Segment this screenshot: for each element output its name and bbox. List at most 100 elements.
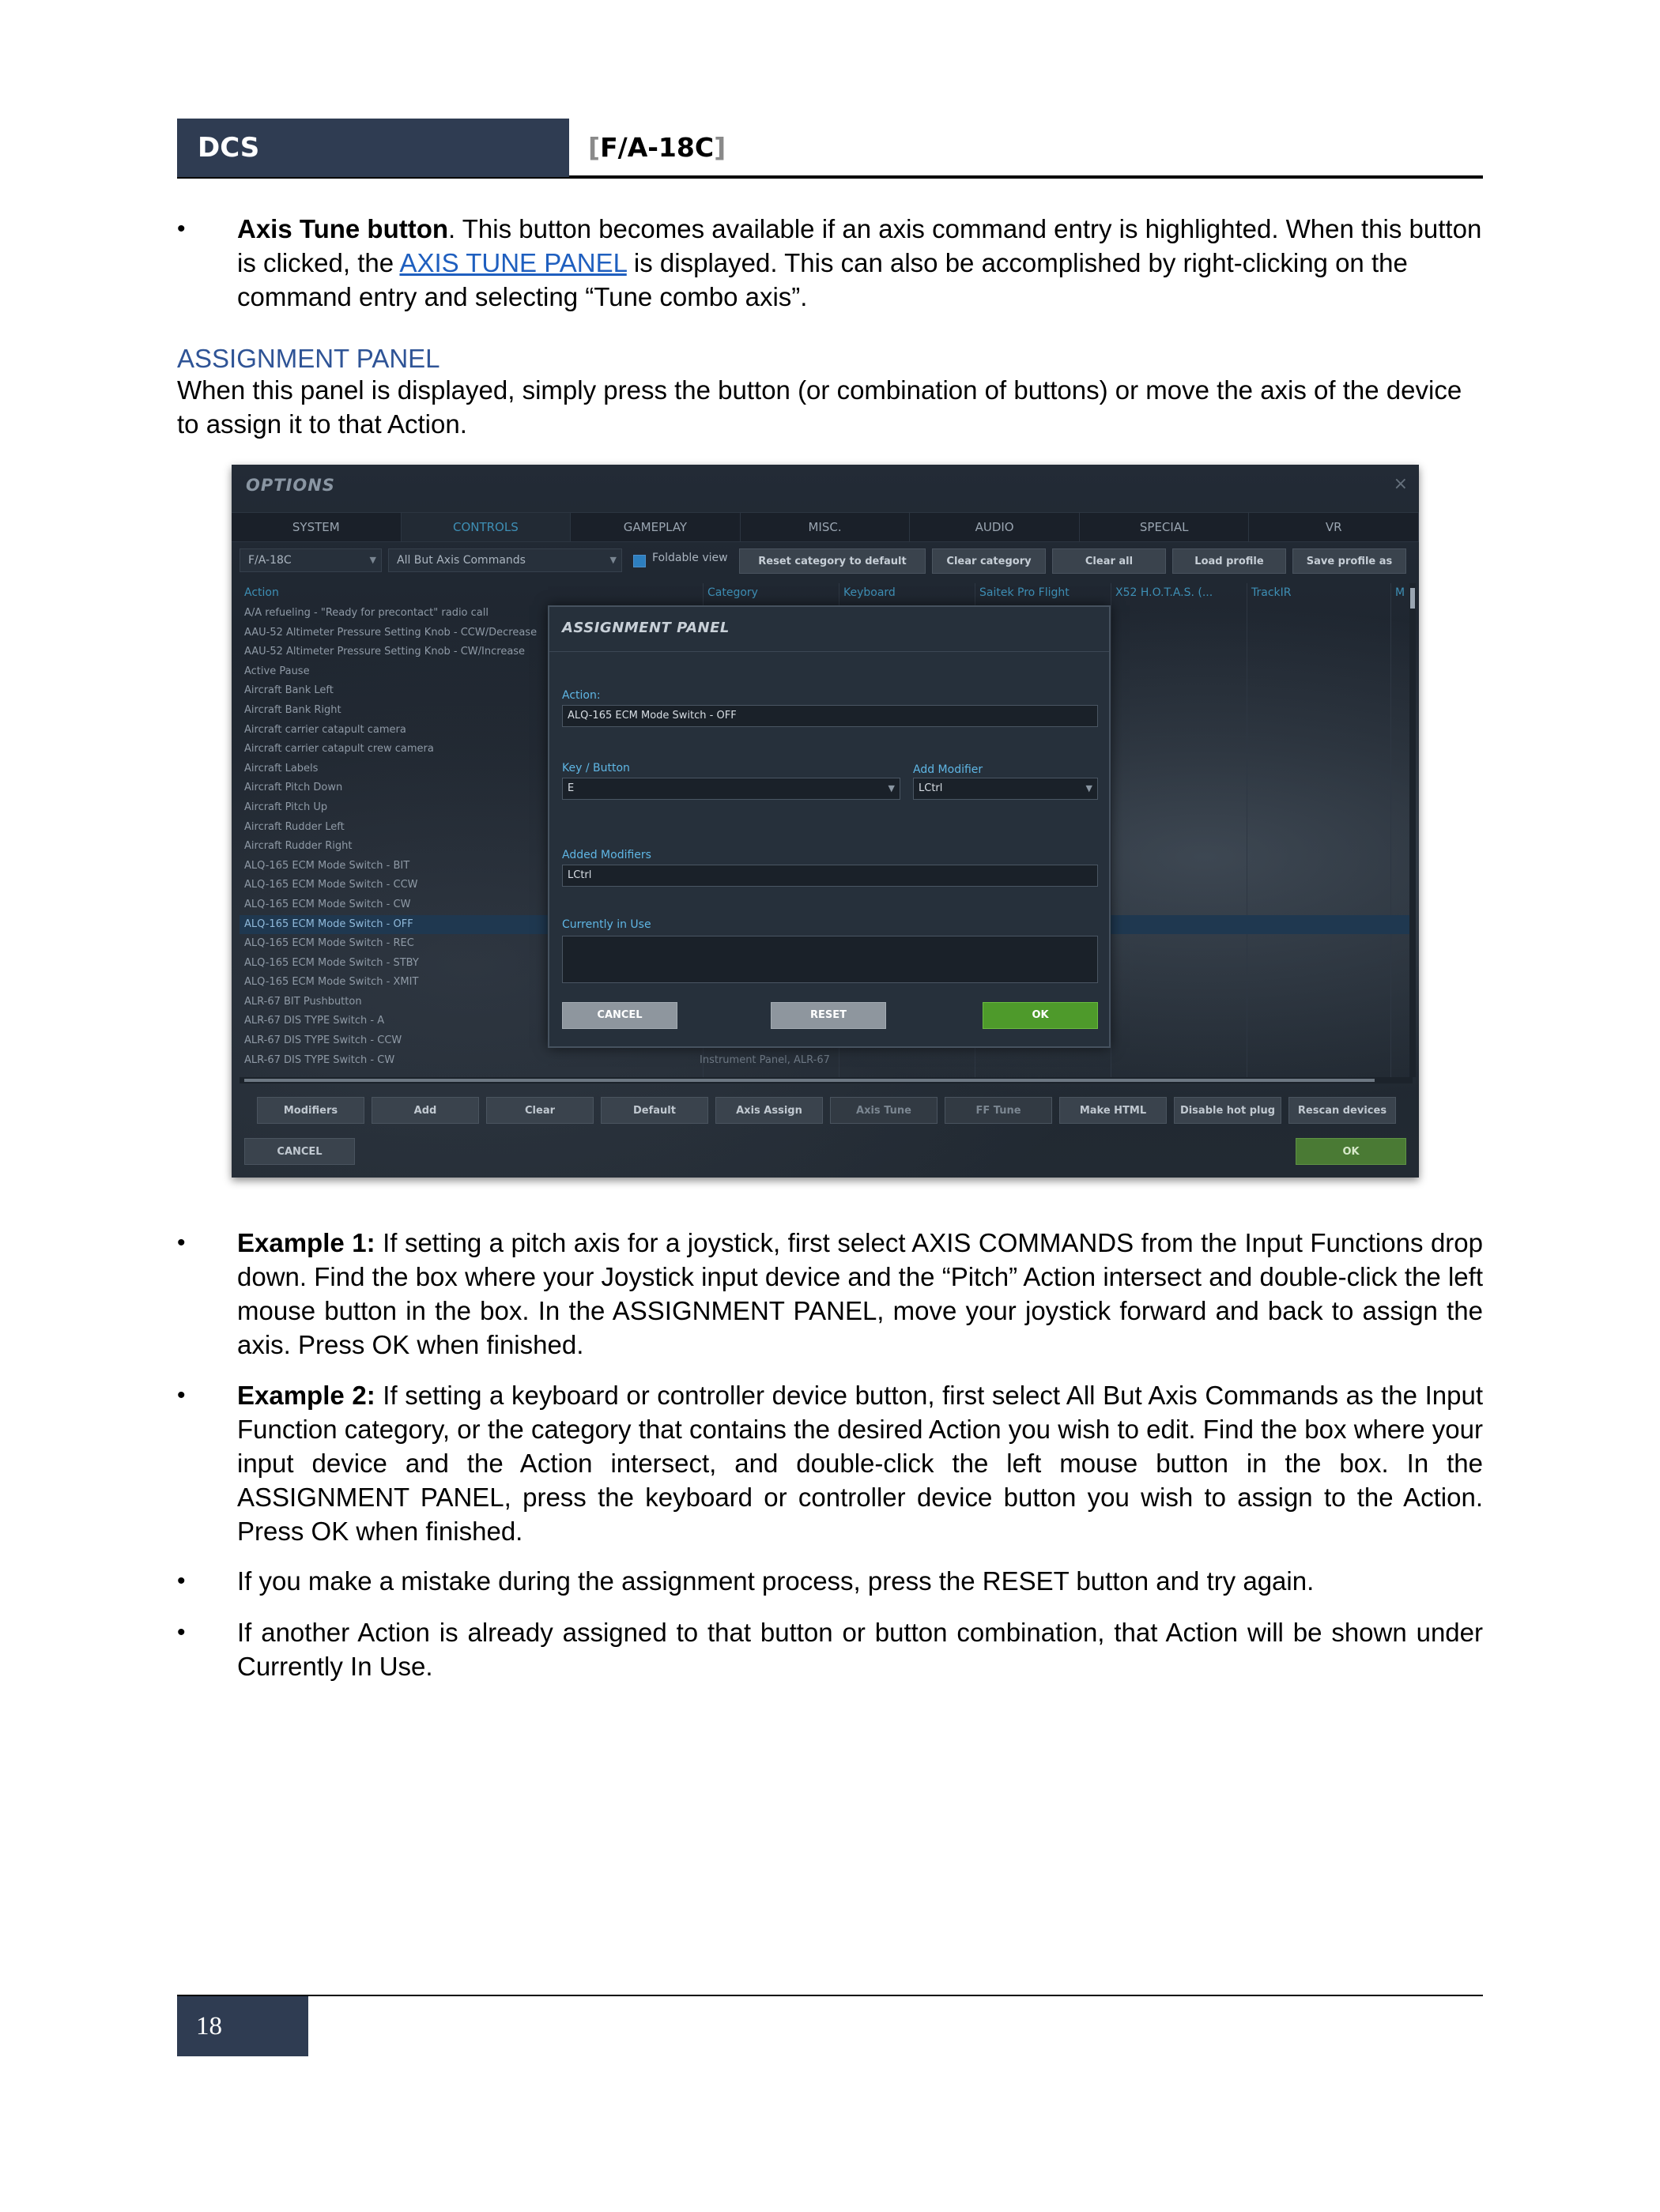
in-use-note-text: If another Action is already assigned to… bbox=[237, 1618, 1483, 1681]
rescan-devices-button[interactable]: Rescan devices bbox=[1288, 1097, 1396, 1124]
tab-audio[interactable]: AUDIO bbox=[910, 513, 1080, 541]
bottom-button-bar: Modifiers Add Clear Default Axis Assign Axis … bbox=[257, 1097, 1396, 1125]
header-title: [F/A-18C] bbox=[588, 119, 726, 177]
chevron-down-icon: ▼ bbox=[888, 783, 895, 793]
axis-tune-panel-link[interactable]: AXIS TUNE PANEL bbox=[399, 248, 626, 277]
tab-misc[interactable]: MISC. bbox=[741, 513, 911, 541]
axis-tune-term: Axis Tune button bbox=[237, 214, 449, 243]
reset-note-bullet: • If you make a mistake during the assig… bbox=[177, 1564, 1483, 1598]
example-2-bullet: • Example 2: If setting a keyboard or co… bbox=[177, 1378, 1483, 1548]
action-label: Action: bbox=[562, 689, 601, 702]
col-trackir[interactable]: TrackIR bbox=[1251, 586, 1292, 599]
options-title: OPTIONS bbox=[246, 476, 335, 495]
category-select-value: All But Axis Commands bbox=[397, 554, 526, 567]
aircraft-select-value: F/A-18C bbox=[248, 554, 292, 567]
col-action[interactable]: Action bbox=[244, 586, 279, 599]
chevron-down-icon: ▼ bbox=[369, 555, 376, 565]
make-html-button[interactable]: Make HTML bbox=[1059, 1097, 1167, 1124]
clear-all-button[interactable]: Clear all bbox=[1052, 548, 1166, 574]
add-button[interactable]: Add bbox=[372, 1097, 479, 1124]
example-1-body: If setting a pitch axis for a joystick, … bbox=[237, 1228, 1484, 1359]
axis-tune-bullet: • Axis Tune button. This button becomes … bbox=[177, 212, 1483, 314]
dialog-ok-button[interactable]: OK bbox=[983, 1002, 1098, 1029]
scrollbar-thumb[interactable] bbox=[1410, 588, 1415, 609]
example-2-text: Example 2: If setting a keyboard or cont… bbox=[237, 1378, 1483, 1548]
chevron-down-icon: ▼ bbox=[609, 555, 617, 565]
bullet-glyph: • bbox=[177, 1382, 186, 1408]
header-aircraft: F/A-18C bbox=[600, 132, 715, 163]
clear-category-button[interactable]: Clear category bbox=[932, 548, 1046, 574]
horizontal-scrollbar[interactable] bbox=[240, 1077, 1413, 1083]
axis-tune-button[interactable]: Axis Tune bbox=[830, 1097, 938, 1124]
dialog-reset-button[interactable]: RESET bbox=[771, 1002, 886, 1029]
tab-vr[interactable]: VR bbox=[1249, 513, 1419, 541]
save-profile-button[interactable]: Save profile as bbox=[1292, 548, 1406, 574]
footer-rule bbox=[177, 1995, 1483, 1996]
bracket-close: ] bbox=[714, 132, 726, 163]
dialog-title: ASSIGNMENT PANEL bbox=[562, 620, 730, 636]
col-keyboard[interactable]: Keyboard bbox=[843, 586, 896, 599]
page-header: DCS [F/A-18C] bbox=[177, 119, 1483, 179]
header-product: DCS bbox=[177, 119, 569, 177]
section-heading: ASSIGNMENT PANEL bbox=[177, 344, 440, 373]
reset-category-button[interactable]: Reset category to default bbox=[739, 548, 926, 574]
key-button-value: E bbox=[568, 782, 575, 794]
tab-system[interactable]: SYSTEM bbox=[232, 513, 402, 541]
disable-hot-plug-button[interactable]: Disable hot plug bbox=[1174, 1097, 1281, 1124]
currently-in-use-box bbox=[562, 936, 1098, 983]
reset-note-text: If you make a mistake during the assignm… bbox=[237, 1566, 1315, 1596]
tab-special[interactable]: SPECIAL bbox=[1080, 513, 1250, 541]
modifiers-button[interactable]: Modifiers bbox=[257, 1097, 364, 1124]
category-select[interactable]: All But Axis Commands ▼ bbox=[388, 548, 622, 572]
clear-button[interactable]: Clear bbox=[486, 1097, 594, 1124]
col-category[interactable]: Category bbox=[707, 586, 758, 599]
add-modifier-select[interactable]: LCtrl ▼ bbox=[913, 778, 1098, 800]
dialog-divider bbox=[549, 651, 1109, 652]
axis-assign-button[interactable]: Axis Assign bbox=[715, 1097, 823, 1124]
col-saitek[interactable]: Saitek Pro Flight bbox=[979, 586, 1070, 599]
key-button-label: Key / Button bbox=[562, 762, 630, 774]
options-tabs: SYSTEM CONTROLS GAMEPLAY MISC. AUDIO SPE… bbox=[232, 512, 1419, 542]
added-modifiers-label: Added Modifiers bbox=[562, 849, 651, 861]
bullet-glyph: • bbox=[177, 1230, 186, 1256]
example-2-term: Example 2: bbox=[237, 1381, 375, 1410]
dialog-cancel-button[interactable]: CANCEL bbox=[562, 1002, 677, 1029]
tab-controls[interactable]: CONTROLS bbox=[401, 513, 572, 541]
added-modifiers-field: LCtrl bbox=[562, 865, 1098, 887]
grid-header: Action Category Keyboard Saitek Pro Flig… bbox=[240, 583, 1413, 602]
assignment-panel-dialog: ASSIGNMENT PANEL Action: ALQ-165 ECM Mod… bbox=[548, 605, 1111, 1048]
col-more[interactable]: M bbox=[1395, 586, 1405, 599]
action-field: ALQ-165 ECM Mode Switch - OFF bbox=[562, 705, 1098, 727]
bracket-open: [ bbox=[588, 132, 601, 163]
controls-toolbar: F/A-18C ▼ All But Axis Commands ▼ Foldable… bbox=[240, 548, 1413, 574]
bullet-glyph: • bbox=[177, 216, 186, 242]
in-use-note-bullet: • If another Action is already assigned … bbox=[177, 1615, 1483, 1683]
aircraft-select[interactable]: F/A-18C ▼ bbox=[240, 548, 382, 572]
options-cancel-button[interactable]: CANCEL bbox=[244, 1138, 355, 1165]
key-button-select[interactable]: E ▼ bbox=[562, 778, 900, 800]
options-screenshot: OPTIONS × SYSTEM CONTROLS GAMEPLAY MISC.… bbox=[232, 465, 1419, 1178]
add-modifier-label: Add Modifier bbox=[913, 763, 983, 776]
default-button[interactable]: Default bbox=[601, 1097, 708, 1124]
example-1-term: Example 1: bbox=[237, 1228, 375, 1257]
foldable-view-checkbox[interactable] bbox=[633, 555, 646, 567]
foldable-view-label: Foldable view bbox=[652, 552, 728, 564]
scrollbar-thumb[interactable] bbox=[244, 1079, 1375, 1082]
bullet-glyph: • bbox=[177, 1568, 186, 1594]
category-cell[interactable]: Instrument Panel, ALR-67 bbox=[696, 1051, 832, 1071]
currently-in-use-label: Currently in Use bbox=[562, 918, 651, 931]
close-icon[interactable]: × bbox=[1394, 474, 1408, 494]
col-x52[interactable]: X52 H.O.T.A.S. (... bbox=[1115, 586, 1213, 599]
section-intro: When this panel is displayed, simply pre… bbox=[177, 375, 1462, 439]
tab-gameplay[interactable]: GAMEPLAY bbox=[571, 513, 741, 541]
chevron-down-icon: ▼ bbox=[1085, 783, 1092, 793]
example-2-body: If setting a keyboard or controller devi… bbox=[237, 1381, 1484, 1546]
ff-tune-button[interactable]: FF Tune bbox=[945, 1097, 1052, 1124]
add-modifier-value: LCtrl bbox=[919, 782, 943, 794]
load-profile-button[interactable]: Load profile bbox=[1172, 548, 1286, 574]
page-number: 18 bbox=[177, 1996, 308, 2056]
example-1-text: Example 1: If setting a pitch axis for a… bbox=[237, 1226, 1483, 1362]
vertical-scrollbar[interactable] bbox=[1409, 583, 1416, 1077]
options-ok-button[interactable]: OK bbox=[1296, 1138, 1406, 1165]
example-1-bullet: • Example 1: If setting a pitch axis for… bbox=[177, 1226, 1483, 1362]
